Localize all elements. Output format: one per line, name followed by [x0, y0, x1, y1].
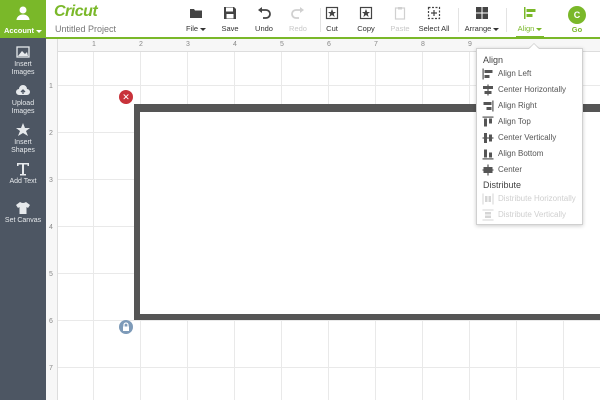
- ruler-number: 3: [49, 177, 53, 184]
- sidebar-item-label: Set Canvas: [4, 217, 42, 224]
- ruler-number: 6: [49, 318, 53, 325]
- align-right-option[interactable]: Align Right: [482, 99, 582, 113]
- copy-icon: [359, 6, 373, 20]
- toolbar-divider: [506, 8, 507, 32]
- ruler-number: 6: [327, 41, 331, 48]
- go-button[interactable]: C: [568, 6, 586, 24]
- ruler-number: 5: [49, 271, 53, 278]
- sidebar-item-label: Insert Shapes: [11, 139, 35, 154]
- account-label: Account: [0, 26, 46, 35]
- undo-icon: [258, 7, 271, 19]
- select-all-button[interactable]: Select All: [414, 6, 454, 36]
- align-right-icon: [483, 100, 494, 112]
- sidebar-item-label: Upload Images: [11, 100, 35, 115]
- distribute-vertically-option[interactable]: Distribute Vertically: [482, 208, 582, 222]
- ruler-number: 1: [49, 83, 53, 90]
- option-label: Center Vertically: [498, 133, 557, 142]
- dropdown-pointer-fill: [529, 44, 539, 49]
- go-label[interactable]: Go: [562, 25, 592, 34]
- toolbar-accent-line: [46, 37, 600, 39]
- align-icon: [524, 7, 536, 19]
- arrange-menu-button[interactable]: Arrange: [462, 6, 502, 36]
- design-space: 1 2 3 4 5 6 7 8 9 1 2 3 4 5 6 7 ✕ Accoun…: [0, 0, 600, 400]
- center-horizontally-option[interactable]: Center Horizontally: [482, 83, 582, 97]
- shapes-icon: [16, 123, 30, 136]
- ruler-number: 3: [186, 41, 190, 48]
- cricut-logo: Cricut: [54, 3, 98, 20]
- ruler-number: 7: [49, 365, 53, 372]
- floppy-disk-icon: [224, 7, 236, 19]
- account-button[interactable]: Account: [0, 0, 46, 38]
- select-all-label: Select All: [418, 24, 450, 33]
- ruler-number: 4: [233, 41, 237, 48]
- sidebar-item-add-text[interactable]: Add Text: [0, 161, 46, 201]
- option-label: Align Top: [498, 117, 531, 126]
- toolbar-divider: [458, 8, 459, 32]
- cut-icon: [325, 6, 339, 20]
- ruler-number: 1: [92, 41, 96, 48]
- go-letter: C: [573, 10, 581, 20]
- option-label: Align Left: [498, 69, 532, 78]
- align-bottom-option[interactable]: Align Bottom: [482, 147, 582, 161]
- center-option[interactable]: Center: [482, 163, 582, 177]
- option-label: Distribute Vertically: [498, 210, 567, 219]
- option-label: Center Horizontally: [498, 85, 567, 94]
- align-top-icon: [482, 116, 494, 127]
- center-icon: [482, 164, 494, 176]
- select-all-icon: [427, 6, 441, 20]
- ruler-number: 4: [49, 224, 53, 231]
- text-icon: [17, 163, 29, 176]
- center-vertically-option[interactable]: Center Vertically: [482, 131, 582, 145]
- ruler-number: 7: [374, 41, 378, 48]
- align-label: Align: [510, 24, 550, 33]
- arrange-icon: [476, 7, 488, 19]
- redo-icon: [291, 7, 304, 19]
- align-bottom-icon: [482, 149, 494, 160]
- align-dropdown: Align Align Left Center Horizontally Ali…: [476, 48, 583, 225]
- ruler-number: 2: [139, 41, 143, 48]
- user-icon: [16, 6, 30, 20]
- sidebar-item-insert-shapes[interactable]: Insert Shapes: [0, 122, 46, 162]
- sidebar-item-set-canvas[interactable]: Set Canvas: [0, 200, 46, 240]
- option-label: Align Bottom: [498, 149, 544, 158]
- sidebar-item-insert-images[interactable]: Insert Images: [0, 44, 46, 84]
- left-sidebar: Account Insert Images Upload Images Inse…: [0, 0, 46, 400]
- center-vertical-icon: [482, 133, 494, 143]
- align-top-option[interactable]: Align Top: [482, 115, 582, 129]
- sidebar-item-upload-images[interactable]: Upload Images: [0, 83, 46, 123]
- cloud-upload-icon: [16, 85, 30, 95]
- image-icon: [16, 46, 30, 58]
- lock-handle[interactable]: [119, 320, 133, 334]
- option-label: Center: [498, 165, 523, 174]
- distribute-horizontal-icon: [482, 193, 494, 205]
- delete-handle[interactable]: ✕: [119, 90, 133, 104]
- center-horizontal-icon: [483, 84, 493, 96]
- left-ruler: 1 2 3 4 5 6 7: [46, 39, 58, 400]
- folder-icon: [190, 9, 202, 18]
- distribute-heading: Distribute: [483, 180, 522, 190]
- paste-icon: [394, 7, 406, 20]
- close-icon: ✕: [122, 92, 130, 102]
- align-menu-button[interactable]: Align: [510, 6, 550, 38]
- ruler-number: 5: [280, 41, 284, 48]
- align-heading: Align: [483, 55, 504, 65]
- ruler-number: 9: [468, 41, 472, 48]
- align-left-option[interactable]: Align Left: [482, 67, 582, 81]
- ruler-number: 8: [421, 41, 425, 48]
- option-label: Align Right: [498, 101, 537, 110]
- lock-icon: [123, 322, 129, 331]
- top-toolbar: Cricut Untitled Project File Save Undo R…: [46, 0, 600, 39]
- sidebar-item-label: Insert Images: [11, 61, 35, 76]
- distribute-vertical-icon: [482, 209, 494, 221]
- ruler-number: 2: [49, 130, 53, 137]
- sidebar-item-label: Add Text: [9, 178, 37, 185]
- tshirt-icon: [16, 202, 30, 214]
- option-label: Distribute Horizontally: [498, 194, 576, 203]
- distribute-horizontally-option[interactable]: Distribute Horizontally: [482, 192, 582, 206]
- align-left-icon: [482, 68, 493, 80]
- arrange-label: Arrange: [462, 24, 502, 33]
- project-title[interactable]: Untitled Project: [55, 24, 116, 34]
